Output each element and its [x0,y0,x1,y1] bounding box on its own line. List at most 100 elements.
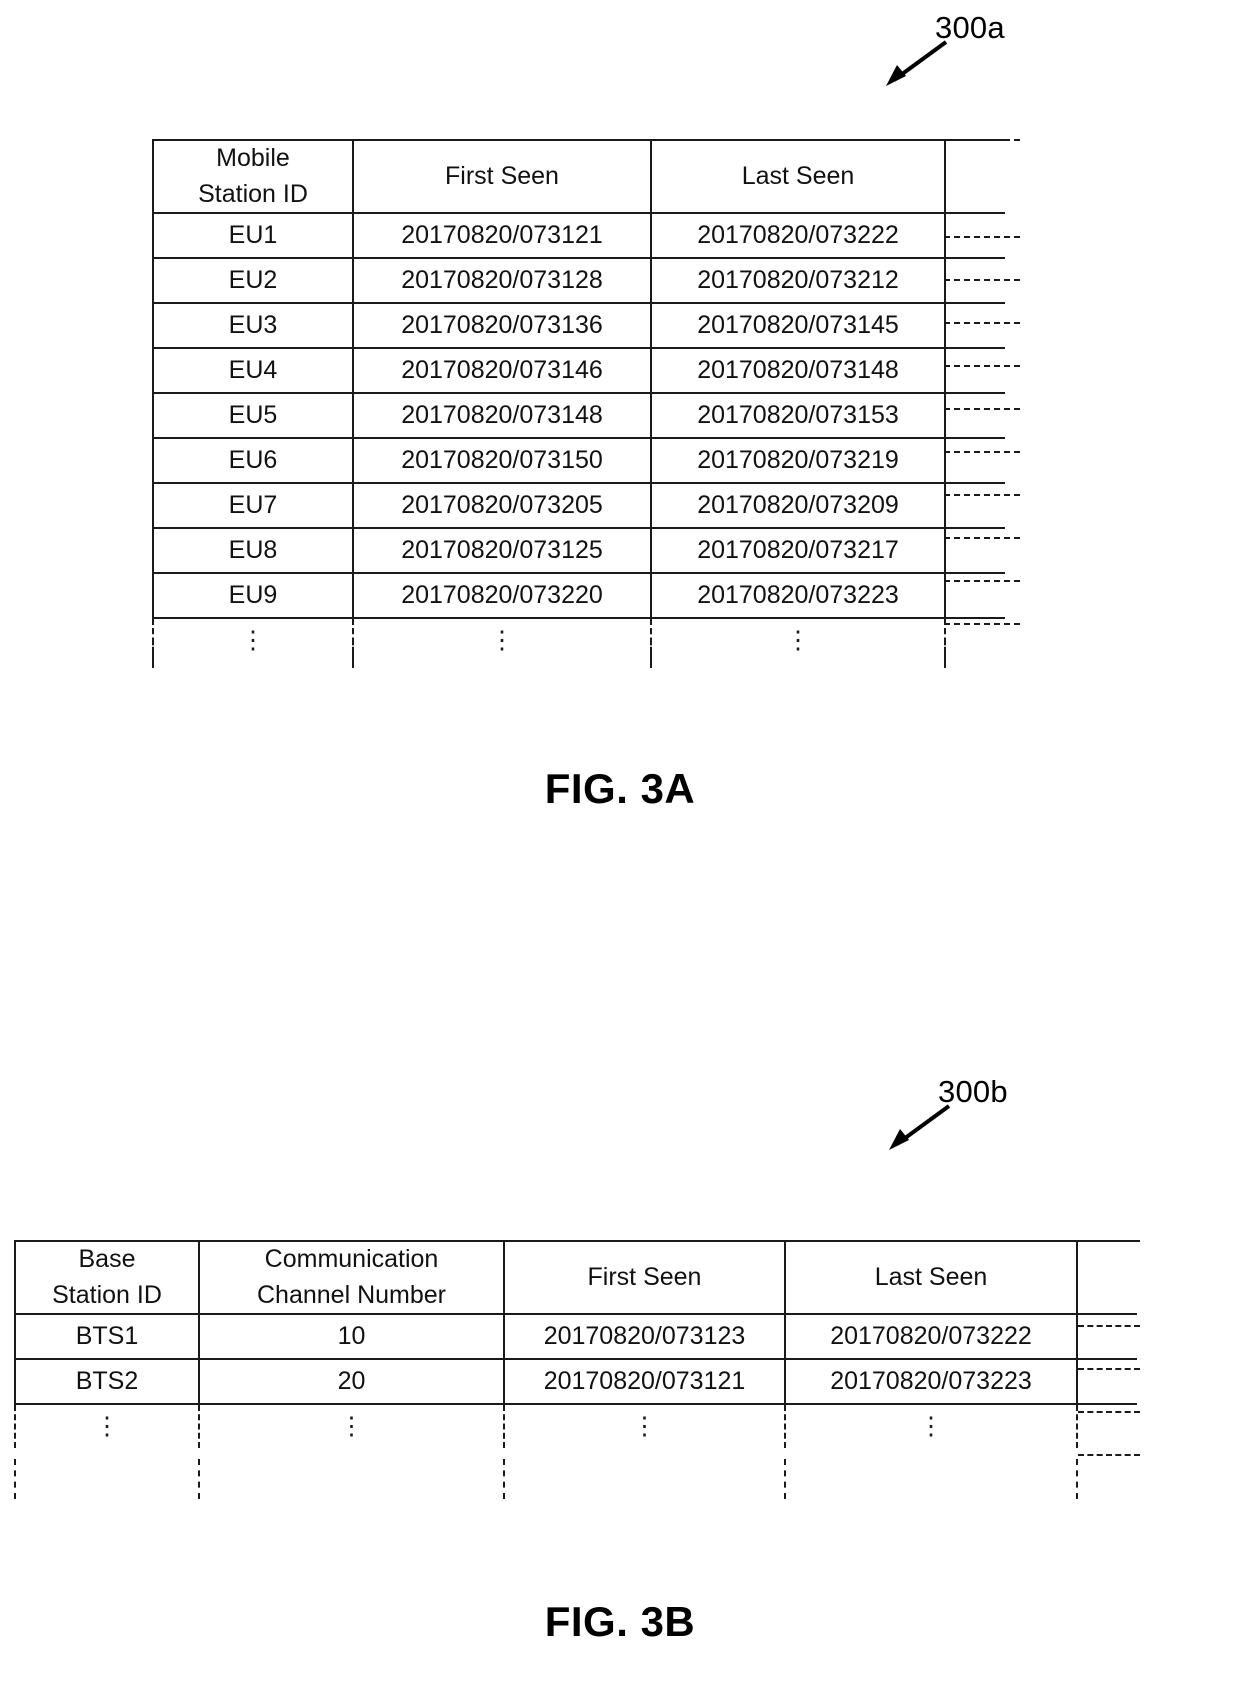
table-b-bottom-continuation [14,1459,16,1499]
table-cell: 20170820/073121 [503,1358,786,1405]
column-header-line1: Communication [264,1245,439,1273]
table-cell: 20170820/073125 [352,527,652,574]
column-header-line2: Station ID [198,179,308,208]
continuation-ellipsis: ⋮ [152,618,353,662]
table-a-bottom-continuation [352,628,354,668]
table-a-continuation-line [944,408,1020,410]
table-cell: BTS1 [14,1313,200,1360]
table-row: EU6 20170820/073150 20170820/073219 [152,437,1005,484]
table-a-continuation-line [944,580,1020,582]
table-cell: 20170820/073121 [352,212,652,259]
table-row: EU1 20170820/073121 20170820/073222 [152,212,1005,259]
table-b-bottom-continuation [503,1459,505,1499]
base-station-table: Base Station ID Communication Channel Nu… [14,1240,1137,1448]
row-continuation-cell [945,527,1005,574]
row-continuation-cell [945,347,1005,394]
column-header-mobile-station-id: Mobile Station ID [152,139,354,214]
continuation-ellipsis: ⋮ [784,1404,1077,1448]
table-row: EU3 20170820/073136 20170820/073145 [152,302,1005,349]
patent-figure-page: 300a Mobile Station ID First Seen Last S [0,0,1240,1694]
column-header-line1: Base [78,1245,136,1273]
table-b-continuation-line [1078,1325,1140,1327]
table-cell: EU4 [152,347,354,394]
table-row: BTS2 20 20170820/073121 20170820/073223 [14,1358,1137,1405]
column-header-base-station-id: Base Station ID [14,1240,200,1315]
figure-caption-3b: FIG. 3B [544,1598,696,1645]
table-cell: 20170820/073146 [352,347,652,394]
continuation-ellipsis: ⋮ [503,1404,785,1448]
callout-arrow-300b [889,1104,951,1150]
table-cell: 20170820/073148 [650,347,946,394]
table-a-bottom-continuation [650,628,652,668]
table-cell: 10 [198,1313,505,1360]
continuation-ellipsis: ⋮ [198,1404,504,1448]
mobile-station-table: Mobile Station ID First Seen Last Seen E… [152,139,1005,662]
table-b-bottom-continuation [198,1459,200,1499]
column-header-last-seen: Last Seen [650,139,946,214]
table-a-bottom-continuation [944,628,946,668]
table-a-continuation-line [944,365,1020,367]
table-cell: EU9 [152,572,354,619]
table-b-bottom-continuation [784,1459,786,1499]
base-station-table-wrapper: Base Station ID Communication Channel Nu… [14,1240,1137,1448]
table-cell: 20170820/073148 [352,392,652,439]
table-cell: EU3 [152,302,354,349]
column-header-first-seen: First Seen [352,139,652,214]
table-cell: EU6 [152,437,354,484]
table-header-row: Base Station ID Communication Channel Nu… [14,1240,1137,1315]
table-cell: 20170820/073209 [650,482,946,529]
row-continuation-cell [945,482,1005,529]
table-body: BTS1 10 20170820/073123 20170820/073222 BTS2… [14,1313,1137,1448]
table-row: EU4 20170820/073146 20170820/073148 [152,347,1005,394]
mobile-station-table-wrapper: Mobile Station ID First Seen Last Seen E… [152,139,1005,662]
table-header-row: Mobile Station ID First Seen Last Seen [152,139,1005,214]
table-cell: 20170820/073150 [352,437,652,484]
table-cell: 20170820/073223 [784,1358,1078,1405]
row-continuation-cell [945,302,1005,349]
table-cell: 20170820/073217 [650,527,946,574]
table-cell: 20170820/073205 [352,482,652,529]
table-cell: EU8 [152,527,354,574]
table-b-continuation-line [1078,1368,1140,1370]
table-row: EU2 20170820/073128 20170820/073212 [152,257,1005,304]
table-cell: EU1 [152,212,354,259]
table-a-continuation-line [944,322,1020,324]
table-a-continuation-line [944,139,1020,141]
table-cell: 20170820/073220 [352,572,652,619]
table-a-continuation-line [944,236,1020,238]
column-header-line1: Mobile [216,144,290,172]
table-cell: 20170820/073128 [352,257,652,304]
table-cell: 20 [198,1358,505,1405]
column-header-communication-channel-number: Communication Channel Number [198,1240,505,1315]
table-b-continuation-line [1078,1411,1140,1413]
continuation-ellipsis: ⋮ [14,1404,199,1448]
column-header-last-seen: Last Seen [784,1240,1078,1315]
table-cell: 20170820/073136 [352,302,652,349]
table-cell: 20170820/073212 [650,257,946,304]
table-continuation-row: ⋮ ⋮ ⋮ ⋮ [14,1404,1137,1448]
table-cell: 20170820/073145 [650,302,946,349]
column-header-first-seen: First Seen [503,1240,786,1315]
table-b-continuation-line [1078,1454,1140,1456]
table-a-continuation-line [944,623,1020,625]
table-a-continuation-line [944,451,1020,453]
continuation-ellipsis: ⋮ [650,618,945,662]
table-cell: 20170820/073219 [650,437,946,484]
table-body: EU1 20170820/073121 20170820/073222 EU2 2017… [152,212,1005,662]
table-cell: 20170820/073223 [650,572,946,619]
row-continuation-cell [945,437,1005,484]
table-cell: BTS2 [14,1358,200,1405]
row-continuation-cell [945,392,1005,439]
table-continuation-row: ⋮ ⋮ ⋮ [152,618,1005,662]
table-row: EU9 20170820/073220 20170820/073223 [152,572,1005,619]
continuation-ellipsis: ⋮ [352,618,651,662]
table-cell: 20170820/073222 [650,212,946,259]
column-header-continuation [945,139,1005,214]
row-continuation-cell [1077,1313,1137,1360]
row-continuation-cell [1077,1358,1137,1405]
table-b-continuation-line [1078,1240,1140,1242]
figure-caption-3a: FIG. 3A [544,765,696,812]
table-cell: 20170820/073123 [503,1313,786,1360]
table-cell: EU5 [152,392,354,439]
callout-arrow-300a [886,40,948,86]
